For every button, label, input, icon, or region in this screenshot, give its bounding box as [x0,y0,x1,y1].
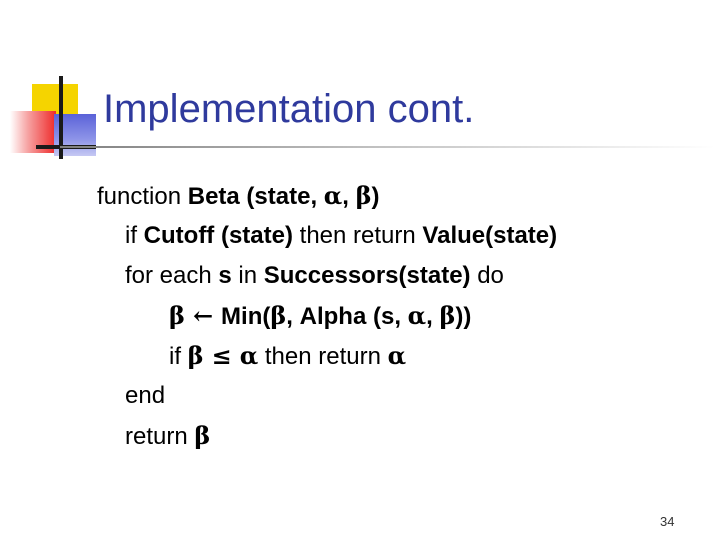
value-call: Value(state) [422,222,558,249]
alpha-symbol: α [387,341,407,370]
alpha-symbol: α [407,301,427,330]
slide-title: Implementation cont. [103,87,475,131]
return-keyword: return [125,423,195,450]
leq-symbol: ≤ [211,341,232,370]
alpha-symbol: α [323,181,343,210]
code-line-signature: function Beta (state, α, β) [97,176,380,217]
end-keyword: end [125,382,166,409]
cutoff-call: Cutoff (state) [143,222,293,249]
beta-symbol: β [355,181,372,210]
if-keyword: if [169,343,188,370]
comma: , [342,183,356,210]
slide: Implementation cont. function Beta (stat… [0,0,720,540]
beta-symbol: β [187,341,204,370]
then-return-keyword: then return [258,343,388,370]
function-keyword: function [97,183,188,210]
title-underline-rule [60,146,715,148]
page-number: 34 [660,514,675,529]
code-line-if-cutoff: if Cutoff (state) then return Value(stat… [125,216,557,256]
alpha-call: Alpha (s, [299,303,408,330]
double-close-paren: )) [455,303,472,330]
close-paren: ) [371,183,380,210]
loop-variable: s [218,262,232,289]
in-keyword: in [231,262,264,289]
comma: , [286,303,300,330]
code-line-end: end [125,376,165,416]
code-line-if-prune: if β ≤ α then return α [169,336,406,377]
do-keyword: do [470,262,504,289]
if-keyword: if [125,222,144,249]
comma: , [426,303,440,330]
beta-symbol: β [194,421,211,450]
for-each-keyword: for each [125,262,219,289]
then-return-keyword: then return [292,222,423,249]
assign-arrow-icon: ← [192,301,214,330]
code-line-return: return β [125,416,210,457]
alpha-symbol: α [239,341,259,370]
beta-symbol: β [270,301,287,330]
successors-call: Successors(state) [263,262,471,289]
beta-symbol: β [169,301,185,330]
min-call: Min( [221,303,271,330]
beta-function-name: Beta (state, [187,183,324,210]
beta-symbol: β [439,301,456,330]
code-line-for-each: for each s in Successors(state) do [125,256,504,296]
code-line-assign-beta: β ← Min(β, Alpha (s, α, β)) [169,296,471,337]
